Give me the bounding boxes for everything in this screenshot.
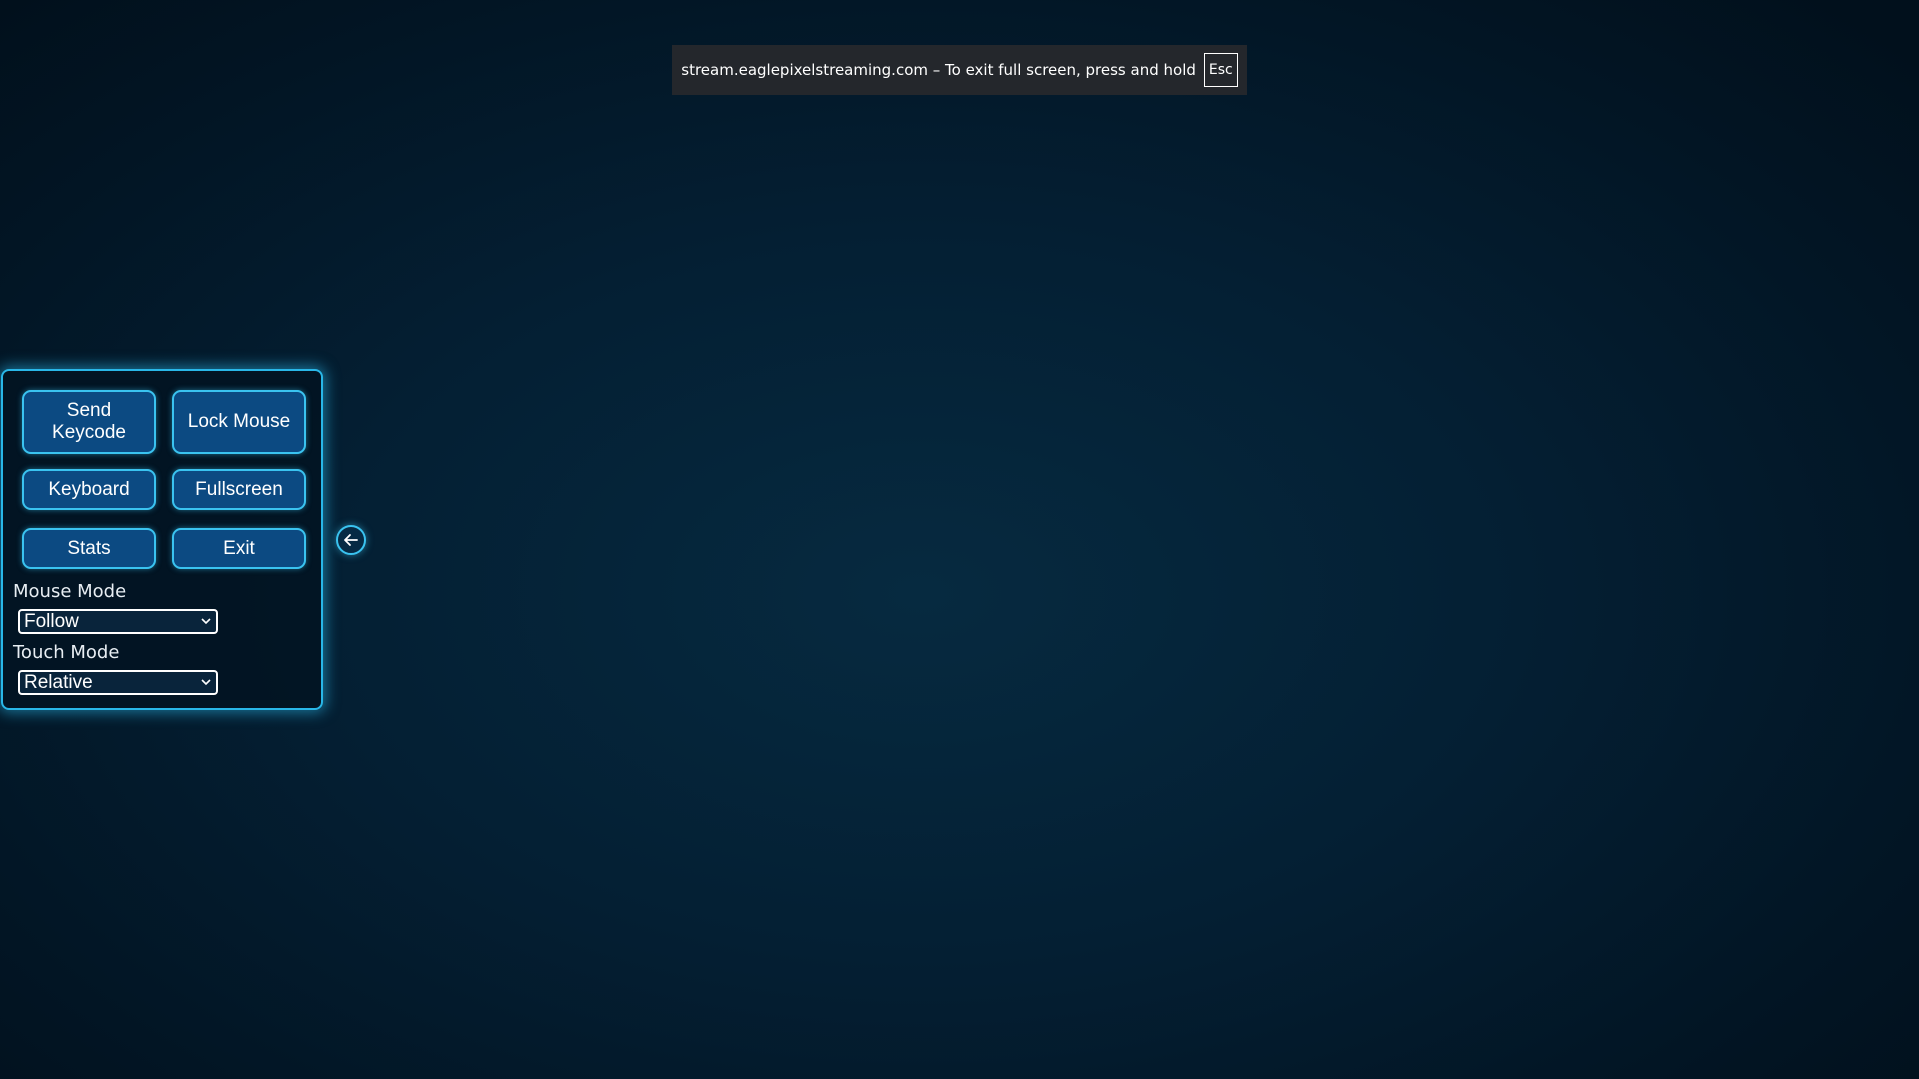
stats-label: Stats	[67, 537, 111, 559]
lock-mouse-label: Lock Mouse	[187, 411, 291, 432]
fullscreen-notice: stream.eaglepixelstreaming.com – To exit…	[672, 45, 1247, 95]
collapse-panel-button[interactable]	[336, 525, 366, 555]
arrow-left-icon	[344, 534, 358, 546]
exit-label: Exit	[223, 537, 255, 559]
touch-mode-value: Relative	[24, 671, 93, 693]
exit-button[interactable]: Exit	[172, 528, 306, 569]
esc-key-badge: Esc	[1203, 53, 1238, 87]
fullscreen-button[interactable]: Fullscreen	[172, 469, 306, 510]
send-keycode-button[interactable]: Send Keycode	[22, 390, 156, 454]
keyboard-label: Keyboard	[48, 478, 130, 500]
controls-panel: Send Keycode Lock Mouse Keyboard Fullscr…	[1, 369, 323, 710]
touch-mode-label: Touch Mode	[13, 642, 120, 663]
chevron-down-icon	[201, 679, 211, 686]
fullscreen-notice-text: stream.eaglepixelstreaming.com – To exit…	[681, 61, 1196, 79]
lock-mouse-button[interactable]: Lock Mouse	[172, 390, 306, 454]
stats-button[interactable]: Stats	[22, 528, 156, 569]
mouse-mode-select[interactable]: Follow	[18, 609, 218, 634]
mouse-mode-value: Follow	[24, 610, 79, 632]
mouse-mode-label: Mouse Mode	[13, 581, 127, 602]
fullscreen-label: Fullscreen	[195, 478, 283, 500]
touch-mode-select[interactable]: Relative	[18, 670, 218, 695]
chevron-down-icon	[201, 618, 211, 625]
keyboard-button[interactable]: Keyboard	[22, 469, 156, 510]
send-keycode-label: Send Keycode	[52, 400, 126, 443]
